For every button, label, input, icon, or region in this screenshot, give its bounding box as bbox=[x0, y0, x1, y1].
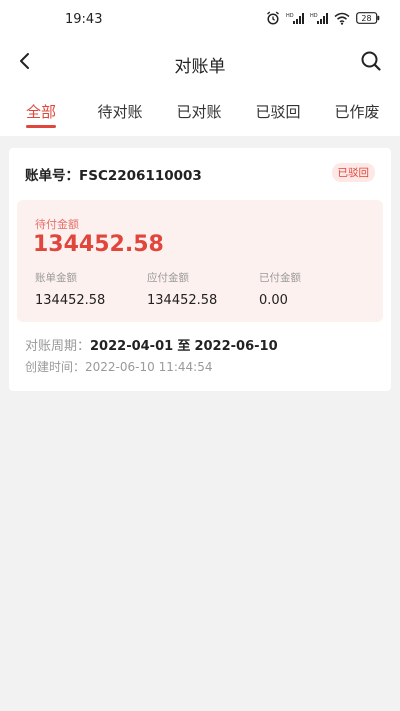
created-label: 创建时间： bbox=[25, 360, 86, 374]
due-amount-label: 待付金额 bbox=[35, 218, 79, 231]
created-row: 创建时间：2022-06-10 11:44:54 bbox=[25, 358, 212, 375]
nav-bar: 对账单 bbox=[0, 40, 400, 86]
status-time: 19:43 bbox=[65, 12, 103, 27]
status-icons: HD HD 28 bbox=[266, 11, 380, 25]
page-title: 对账单 bbox=[174, 57, 226, 77]
tab-label: 已驳回 bbox=[255, 102, 301, 121]
period-end: 2022-06-10 bbox=[194, 339, 278, 354]
statement-card[interactable]: 账单号：FSC2206110003 已驳回 待付金额 134452.58 账单金… bbox=[9, 148, 391, 391]
tab-all[interactable]: 全部 bbox=[23, 86, 59, 136]
bill-number: FSC2206110003 bbox=[79, 168, 202, 184]
svg-text:HD: HD bbox=[286, 13, 294, 19]
payable-amount-value: 134452.58 bbox=[147, 293, 218, 308]
bill-amount-label: 账单金额 bbox=[35, 272, 77, 284]
period-row: 对账周期：2022-04-01 至 2022-06-10 bbox=[25, 335, 278, 354]
alarm-icon bbox=[266, 11, 280, 25]
tab-label: 全部 bbox=[25, 102, 56, 121]
paid-amount-value: 0.00 bbox=[259, 293, 288, 308]
bill-number-row: 账单号：FSC2206110003 bbox=[25, 164, 202, 184]
period-start: 2022-04-01 bbox=[90, 339, 174, 354]
bill-amount-value: 134452.58 bbox=[35, 293, 106, 308]
due-amount-value: 134452.58 bbox=[33, 232, 164, 257]
amount-summary: 待付金额 134452.58 账单金额 134452.58 应付金额 13445… bbox=[17, 200, 383, 322]
tab-voided[interactable]: 已作废 bbox=[331, 86, 383, 136]
bill-amount: 账单金额 134452.58 bbox=[35, 270, 105, 308]
status-tabs: 全部 待对账 已对账 已驳回 已作废 bbox=[0, 86, 400, 136]
tab-label: 已对账 bbox=[176, 102, 222, 121]
payable-amount-label: 应付金额 bbox=[147, 272, 189, 284]
battery-icon: 28 bbox=[356, 12, 380, 24]
payable-amount: 应付金额 134452.58 bbox=[147, 270, 217, 308]
tab-label: 待对账 bbox=[97, 102, 143, 121]
tab-rejected[interactable]: 已驳回 bbox=[252, 86, 304, 136]
bill-number-label: 账单号： bbox=[25, 168, 79, 184]
battery-level: 28 bbox=[361, 13, 372, 23]
status-bar: 19:43 HD HD 28 bbox=[0, 0, 400, 40]
signal-hd-icon: HD bbox=[310, 12, 328, 25]
wifi-icon bbox=[334, 12, 350, 25]
tab-reconciled[interactable]: 已对账 bbox=[173, 86, 225, 136]
search-icon bbox=[360, 50, 382, 76]
tab-label: 已作废 bbox=[334, 102, 380, 121]
search-button[interactable] bbox=[356, 48, 386, 78]
tab-pending[interactable]: 待对账 bbox=[94, 86, 146, 136]
period-separator: 至 bbox=[177, 339, 191, 354]
paid-amount: 已付金额 0.00 bbox=[259, 270, 301, 308]
period-label: 对账周期： bbox=[25, 339, 91, 354]
status-badge: 已驳回 bbox=[331, 163, 375, 182]
paid-amount-label: 已付金额 bbox=[259, 272, 301, 284]
signal-hd-icon: HD bbox=[286, 12, 304, 25]
svg-text:HD: HD bbox=[310, 13, 318, 19]
created-value: 2022-06-10 11:44:54 bbox=[85, 360, 213, 374]
